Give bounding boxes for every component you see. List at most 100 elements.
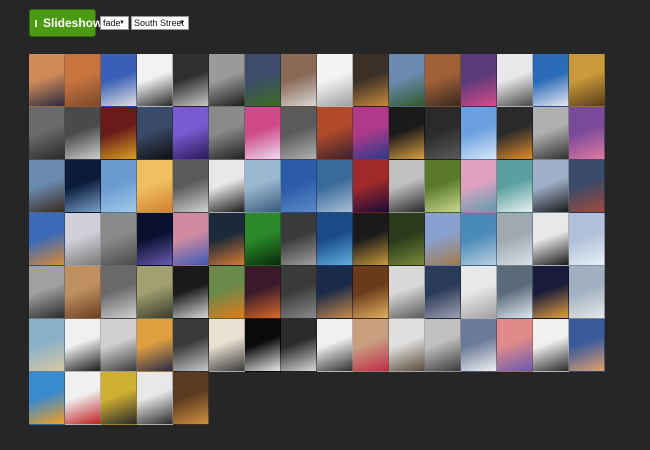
photo-thumbnail[interactable] [245,266,281,319]
photo-thumbnail[interactable] [497,266,533,319]
photo-thumbnail[interactable] [353,266,389,319]
photo-thumbnail[interactable] [497,107,533,160]
photo-thumbnail[interactable] [281,266,317,319]
slideshow-button[interactable]: Slideshow [29,9,102,37]
photo-thumbnail[interactable] [173,372,209,425]
photo-thumbnail[interactable] [497,213,533,266]
photo-thumbnail[interactable] [461,160,497,213]
photo-thumbnail[interactable] [245,54,281,107]
photo-thumbnail[interactable] [65,319,101,372]
photo-thumbnail[interactable] [461,107,497,160]
photo-thumbnail[interactable] [137,266,173,319]
photo-thumbnail[interactable] [173,319,209,372]
photo-thumbnail[interactable] [281,213,317,266]
photo-thumbnail[interactable] [245,213,281,266]
photo-thumbnail[interactable] [569,319,605,372]
photo-thumbnail[interactable] [389,319,425,372]
photo-thumbnail[interactable] [533,107,569,160]
photo-thumbnail[interactable] [101,319,137,372]
photo-thumbnail[interactable] [245,107,281,160]
photo-thumbnail[interactable] [389,107,425,160]
photo-thumbnail[interactable] [497,319,533,372]
photo-thumbnail[interactable] [569,160,605,213]
photo-thumbnail[interactable] [65,107,101,160]
photo-thumbnail[interactable] [353,107,389,160]
photo-thumbnail[interactable] [317,54,353,107]
photo-thumbnail[interactable] [533,54,569,107]
photo-thumbnail[interactable] [29,319,65,372]
photo-thumbnail[interactable] [209,213,245,266]
photo-thumbnail[interactable] [497,160,533,213]
photo-thumbnail[interactable] [29,213,65,266]
photo-thumbnail[interactable] [209,107,245,160]
photo-thumbnail[interactable] [209,54,245,107]
photo-thumbnail[interactable] [137,319,173,372]
photo-thumbnail[interactable] [425,54,461,107]
photo-thumbnail[interactable] [353,54,389,107]
photo-thumbnail[interactable] [137,107,173,160]
photo-thumbnail[interactable] [29,160,65,213]
photo-thumbnail[interactable] [137,213,173,266]
photo-thumbnail[interactable] [101,213,137,266]
album-select[interactable]: South Street ▼ [131,16,189,30]
photo-thumbnail[interactable] [533,319,569,372]
photo-thumbnail[interactable] [173,160,209,213]
photo-thumbnail[interactable] [533,266,569,319]
photo-thumbnail[interactable] [389,54,425,107]
photo-thumbnail[interactable] [173,266,209,319]
photo-thumbnail[interactable] [209,319,245,372]
photo-thumbnail[interactable] [29,372,65,425]
photo-thumbnail[interactable] [569,266,605,319]
photo-thumbnail[interactable] [281,107,317,160]
photo-thumbnail[interactable] [317,213,353,266]
photo-thumbnail[interactable] [101,372,137,425]
photo-thumbnail[interactable] [425,266,461,319]
photo-thumbnail[interactable] [101,54,137,107]
photo-thumbnail[interactable] [29,266,65,319]
photo-thumbnail[interactable] [281,319,317,372]
photo-thumbnail[interactable] [425,160,461,213]
photo-thumbnail[interactable] [461,213,497,266]
photo-thumbnail[interactable] [101,107,137,160]
photo-thumbnail[interactable] [209,160,245,213]
photo-thumbnail[interactable] [425,319,461,372]
photo-thumbnail[interactable] [461,54,497,107]
photo-thumbnail[interactable] [461,319,497,372]
photo-thumbnail[interactable] [65,213,101,266]
photo-thumbnail[interactable] [569,213,605,266]
photo-thumbnail[interactable] [65,372,101,425]
photo-thumbnail[interactable] [461,266,497,319]
photo-thumbnail[interactable] [65,54,101,107]
photo-thumbnail[interactable] [353,319,389,372]
photo-thumbnail[interactable] [137,160,173,213]
photo-thumbnail[interactable] [173,54,209,107]
photo-thumbnail[interactable] [65,160,101,213]
photo-thumbnail[interactable] [29,54,65,107]
photo-thumbnail[interactable] [281,54,317,107]
effect-select[interactable]: fade ▼ [100,16,129,30]
photo-thumbnail[interactable] [317,160,353,213]
photo-thumbnail[interactable] [65,266,101,319]
photo-thumbnail[interactable] [569,107,605,160]
photo-thumbnail[interactable] [281,160,317,213]
photo-thumbnail[interactable] [317,319,353,372]
photo-thumbnail[interactable] [353,213,389,266]
photo-thumbnail[interactable] [137,54,173,107]
photo-thumbnail[interactable] [137,372,173,425]
photo-thumbnail[interactable] [101,160,137,213]
photo-thumbnail[interactable] [389,213,425,266]
photo-thumbnail[interactable] [317,107,353,160]
photo-thumbnail[interactable] [353,160,389,213]
photo-thumbnail[interactable] [317,266,353,319]
photo-thumbnail[interactable] [497,54,533,107]
photo-thumbnail[interactable] [245,319,281,372]
photo-thumbnail[interactable] [173,213,209,266]
photo-thumbnail[interactable] [533,160,569,213]
photo-thumbnail[interactable] [209,266,245,319]
photo-thumbnail[interactable] [101,266,137,319]
photo-thumbnail[interactable] [245,160,281,213]
photo-thumbnail[interactable] [425,213,461,266]
photo-thumbnail[interactable] [389,266,425,319]
photo-thumbnail[interactable] [173,107,209,160]
photo-thumbnail[interactable] [29,107,65,160]
